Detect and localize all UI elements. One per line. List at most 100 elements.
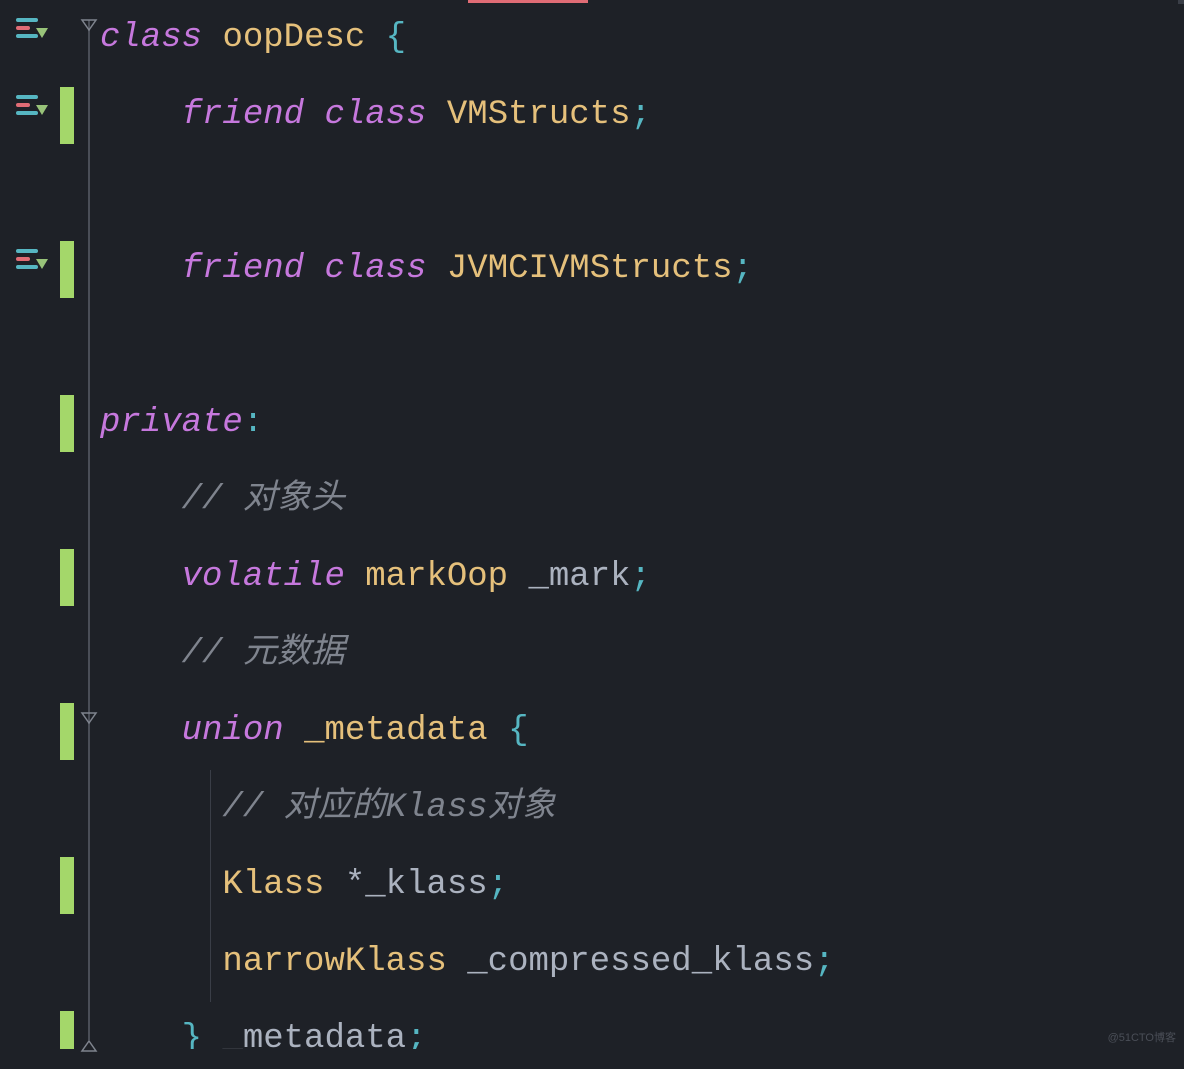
code-token-identifier — [100, 481, 182, 519]
code-token-identifier — [447, 943, 467, 981]
code-token-keyword: volatile — [182, 558, 345, 596]
fold-handle[interactable] — [80, 1029, 98, 1047]
implementation-icon[interactable] — [14, 91, 50, 119]
code-line[interactable]: private: — [100, 385, 1184, 462]
code-line[interactable]: friend class VMStructs; — [100, 77, 1184, 154]
vcs-change-marker[interactable] — [60, 549, 74, 606]
code-token-identifier — [100, 866, 222, 904]
code-token-type: oopDesc — [222, 19, 365, 57]
fold-handle[interactable] — [80, 6, 98, 24]
code-token-comment: 对象 — [488, 789, 556, 827]
code-token-keyword: friend — [182, 250, 304, 288]
code-token-keyword: class — [324, 96, 426, 134]
code-token-identifier: _compressed_klass — [467, 943, 814, 981]
code-token-identifier — [100, 712, 182, 750]
code-token-comment: Klass — [386, 789, 488, 827]
code-token-identifier: _metadata — [222, 1020, 406, 1049]
vcs-marker-area — [60, 0, 74, 1049]
code-line[interactable]: } _metadata; — [100, 1001, 1184, 1049]
code-token-identifier: _klass — [365, 866, 487, 904]
watermark: @51CTO博客 — [1108, 1029, 1176, 1045]
code-token-identifier — [304, 96, 324, 134]
code-token-brace: } — [182, 1020, 202, 1049]
code-line[interactable]: class oopDesc { — [100, 0, 1184, 77]
code-token-identifier — [304, 250, 324, 288]
code-token-comment: // 元数据 — [182, 635, 345, 673]
code-token-identifier — [508, 558, 528, 596]
code-token-comment: // 对象头 — [182, 481, 345, 519]
code-token-identifier — [202, 1020, 222, 1049]
vcs-change-marker[interactable] — [60, 1011, 74, 1049]
code-token-identifier: _mark — [529, 558, 631, 596]
implementation-icon[interactable] — [14, 14, 50, 42]
code-token-keyword: class — [324, 250, 426, 288]
vcs-change-marker[interactable] — [60, 857, 74, 914]
code-token-brace: : — [243, 404, 263, 442]
indent-guide — [210, 770, 211, 1002]
code-token-type: narrowKlass — [222, 943, 446, 981]
code-line[interactable]: narrowKlass _compressed_klass; — [100, 924, 1184, 1001]
code-editor[interactable]: class oopDesc { friend class VMStructs; … — [0, 0, 1184, 1049]
code-line[interactable]: // 对应的Klass对象 — [100, 770, 1184, 847]
gutter-icon[interactable] — [12, 8, 52, 48]
code-token-type: VMStructs — [447, 96, 631, 134]
code-line[interactable]: volatile markOop _mark; — [100, 539, 1184, 616]
code-token-identifier — [345, 558, 365, 596]
code-token-identifier — [100, 558, 182, 596]
code-token-identifier — [100, 943, 222, 981]
code-line[interactable]: // 元数据 — [100, 616, 1184, 693]
code-line[interactable]: friend class JVMCIVMStructs; — [100, 231, 1184, 308]
code-token-keyword: union — [182, 712, 284, 750]
code-token-brace: ; — [406, 1020, 426, 1049]
fold-line — [88, 20, 90, 1040]
fold-close-icon[interactable] — [80, 1038, 98, 1056]
fold-handle[interactable] — [80, 699, 98, 717]
code-token-identifier — [202, 19, 222, 57]
vcs-change-marker[interactable] — [60, 241, 74, 298]
code-token-brace: { — [386, 19, 406, 57]
code-token-brace: ; — [631, 558, 651, 596]
code-token-identifier — [100, 96, 182, 134]
code-token-type: markOop — [365, 558, 508, 596]
code-token-identifier — [365, 19, 385, 57]
implementation-icon[interactable] — [14, 245, 50, 273]
code-token-identifier — [100, 635, 182, 673]
code-line[interactable]: // 对象头 — [100, 462, 1184, 539]
fold-handle-icon[interactable] — [80, 708, 98, 726]
code-token-identifier — [426, 96, 446, 134]
code-token-identifier — [426, 250, 446, 288]
code-token-identifier — [284, 712, 304, 750]
gutter-icon[interactable] — [12, 239, 52, 279]
code-token-brace: ; — [733, 250, 753, 288]
code-token-brace: ; — [631, 96, 651, 134]
code-token-brace: { — [508, 712, 528, 750]
vcs-change-marker[interactable] — [60, 87, 74, 144]
code-line[interactable]: union _metadata { — [100, 693, 1184, 770]
editor-gutter — [0, 0, 100, 1049]
code-token-identifier — [324, 866, 344, 904]
fold-area — [78, 0, 100, 1049]
code-token-keyword: private — [100, 404, 243, 442]
minimap-indicator — [1178, 0, 1184, 4]
vcs-change-marker[interactable] — [60, 395, 74, 452]
code-token-identifier — [100, 789, 222, 827]
code-token-type: Klass — [222, 866, 324, 904]
code-token-keyword: friend — [182, 96, 304, 134]
code-token-keyword: class — [100, 19, 202, 57]
code-token-identifier — [100, 1020, 182, 1049]
code-line[interactable] — [100, 308, 1184, 385]
code-token-comment: // 对应的 — [222, 789, 385, 827]
code-token-brace: ; — [814, 943, 834, 981]
fold-handle-icon[interactable] — [80, 15, 98, 33]
code-token-type: JVMCIVMStructs — [447, 250, 733, 288]
vcs-change-marker[interactable] — [60, 703, 74, 760]
code-line[interactable]: Klass *_klass; — [100, 847, 1184, 924]
code-token-identifier — [100, 250, 182, 288]
gutter-icon[interactable] — [12, 85, 52, 125]
code-line[interactable] — [100, 154, 1184, 231]
code-token-type: _metadata — [304, 712, 488, 750]
code-token-identifier — [488, 712, 508, 750]
code-area[interactable]: class oopDesc { friend class VMStructs; … — [100, 0, 1184, 1049]
code-token-operator: * — [345, 866, 365, 904]
code-token-brace: ; — [488, 866, 508, 904]
